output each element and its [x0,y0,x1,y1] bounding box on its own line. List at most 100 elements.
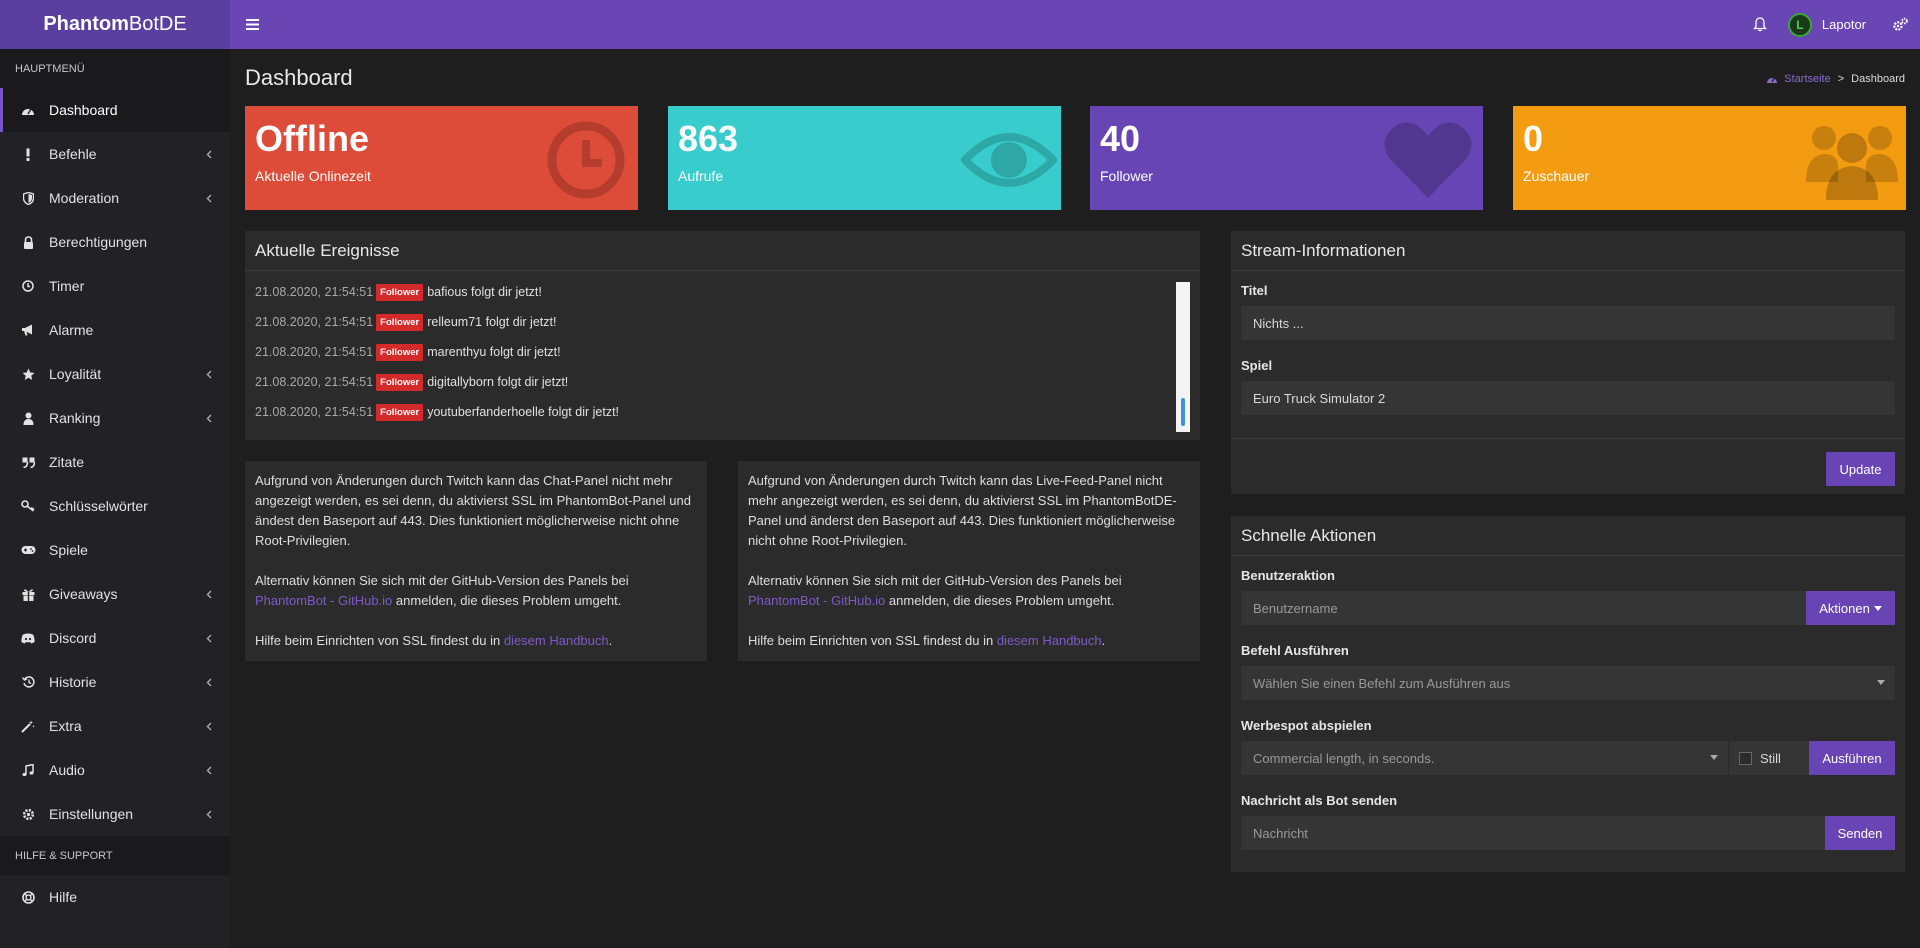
sidebar-item-label: Ranking [49,410,101,426]
command-select[interactable]: Wählen Sie einen Befehl zum Ausführen au… [1241,666,1895,700]
sidebar-item-alarme[interactable]: Alarme [0,308,230,352]
stat-label: Zuschauer [1523,168,1590,184]
event-row: 21.08.2020, 21:54:51 Follower relleum71 fo… [255,307,1190,337]
sidebar-item-extra[interactable]: Extra [0,704,230,748]
event-message: digitallyborn folgt dir jetzt! [427,375,569,389]
sidebar-item-historie[interactable]: Historie [0,660,230,704]
breadcrumb-home-link[interactable]: Startseite [1766,73,1831,85]
sidebar-item-ranking[interactable]: Ranking [0,396,230,440]
sidebar-item-label: Historie [49,674,97,690]
stream-game-input[interactable]: Euro Truck Simulator 2 [1241,381,1895,415]
sidebar-item-label: Alarme [49,322,94,338]
stat-box-followers: 40 Follower [1090,106,1483,210]
stat-label: Follower [1100,168,1153,184]
sidebar-item-label: Hilfe [49,889,78,905]
notice-text: Hilfe beim Einrichten von SSL findest du… [255,633,504,648]
github-io-link[interactable]: PhantomBot - GitHub.io [748,593,885,608]
breadcrumb-separator: > [1837,73,1845,85]
event-message: youtuberfanderhoelle folgt dir jetzt! [427,405,620,419]
sidebar-item-zitate[interactable]: Zitate [0,440,230,484]
user-action-label: Benutzeraktion [1241,568,1335,583]
sidebar-item-spiele[interactable]: Spiele [0,528,230,572]
update-button[interactable]: Update [1826,452,1895,486]
event-row: 21.08.2020, 21:54:51 Follower digitallybor… [255,367,1190,397]
command-label: Befehl Ausführen [1241,643,1349,658]
magic-wand-icon [20,719,36,733]
sidebar-item-label: Zitate [49,454,85,470]
users-icon [1802,116,1902,200]
username-input[interactable]: Benutzername [1241,591,1806,625]
sidebar-item-schlüsselwörter[interactable]: Schlüsselwörter [0,484,230,528]
sidebar-item-dashboard[interactable]: Dashboard [0,88,230,132]
logo-rest-text: BotDE [128,13,187,35]
chevron-left-icon [206,352,212,396]
sidebar-item-label: Schlüsselwörter [49,498,148,514]
sidebar-item-audio[interactable]: Audio [0,748,230,792]
actions-dropdown-button[interactable]: Aktionen [1806,591,1895,625]
dashboard-icon [20,103,36,117]
bot-message-input[interactable]: Nachricht [1241,816,1825,850]
still-checkbox[interactable] [1739,751,1752,765]
sidebar-item-berechtigungen[interactable]: Berechtigungen [0,220,230,264]
sidebar-item-hilfe[interactable]: Hilfe [0,875,230,919]
chevron-left-icon [206,660,212,704]
avatar: L [1787,12,1812,37]
manual-link[interactable]: diesem Handbuch [997,633,1102,648]
notice-text: Aufgrund von Änderungen durch Twitch kan… [255,473,691,548]
sidebar-item-label: Loyalität [49,366,102,382]
sidebar-item-label: Berechtigungen [49,234,148,250]
app-logo[interactable]: Phantom BotDE [0,0,230,49]
sidebar-item-label: Befehle [49,146,97,162]
chevron-left-icon [206,792,212,836]
commercial-length-select[interactable]: Commercial length, in seconds. [1241,741,1728,775]
user-icon [20,411,36,425]
sidebar-section-header: HAUPTMENÜ [0,49,230,88]
github-io-link[interactable]: PhantomBot - GitHub.io [255,593,392,608]
logo-bold-text: Phantom [43,13,129,35]
event-timestamp: 21.08.2020, 21:54:51 [255,345,374,359]
stat-value: 863 [678,118,739,159]
gamepad-icon [20,543,36,557]
sidebar-item-loyalität[interactable]: Loyalität [0,352,230,396]
follower-badge: Follower [376,403,424,421]
chevron-left-icon [206,396,212,440]
sidebar-item-label: Moderation [49,190,120,206]
still-label: Still [1760,750,1781,766]
sidebar-toggle-icon[interactable] [230,0,274,49]
discord-icon [20,631,36,645]
run-commercial-button[interactable]: Ausführen [1809,741,1895,775]
events-scrollbar[interactable] [1176,282,1190,432]
scrollbar-thumb[interactable] [1181,398,1185,426]
sidebar-item-timer[interactable]: Timer [0,264,230,308]
sidebar-item-discord[interactable]: Discord [0,616,230,660]
music-icon [20,763,36,777]
stat-value: 0 [1523,118,1544,159]
notice-text: Alternativ können Sie sich mit der GitHu… [748,573,1122,588]
stream-title-input[interactable]: Nichts ... [1241,306,1895,340]
chevron-down-icon [1710,755,1718,760]
sidebar-item-einstellungen[interactable]: Einstellungen [0,792,230,836]
sidebar-item-befehle[interactable]: Befehle [0,132,230,176]
sidebar-item-moderation[interactable]: Moderation [0,176,230,220]
quote-icon [20,455,36,469]
gears-icon[interactable] [1880,0,1920,49]
commercial-label: Werbespot abspielen [1241,718,1372,733]
send-message-button[interactable]: Senden [1825,816,1895,850]
live-feed-panel-notice: Aufgrund von Änderungen durch Twitch kan… [738,461,1200,661]
top-header: Phantom BotDE L Lapotor [0,0,1920,49]
chevron-left-icon [206,704,212,748]
bell-icon[interactable] [1740,0,1780,49]
sidebar-item-giveaways[interactable]: Giveaways [0,572,230,616]
sidebar-item-label: Discord [49,630,97,646]
breadcrumb: Startseite > Dashboard [1766,73,1905,85]
manual-link[interactable]: diesem Handbuch [504,633,609,648]
notice-text: . [1101,633,1106,648]
event-message: marenthyu folgt dir jetzt! [427,345,561,359]
quick-actions-panel: Schnelle Aktionen Benutzeraktion Benutze… [1231,516,1905,872]
user-menu[interactable]: L Lapotor [1780,0,1880,49]
follower-badge: Follower [376,373,424,391]
stat-box-viewers: 0 Zuschauer [1513,106,1906,210]
event-timestamp: 21.08.2020, 21:54:51 [255,285,374,299]
breadcrumb-home-label: Startseite [1784,73,1831,85]
dashboard-icon [1766,74,1778,84]
